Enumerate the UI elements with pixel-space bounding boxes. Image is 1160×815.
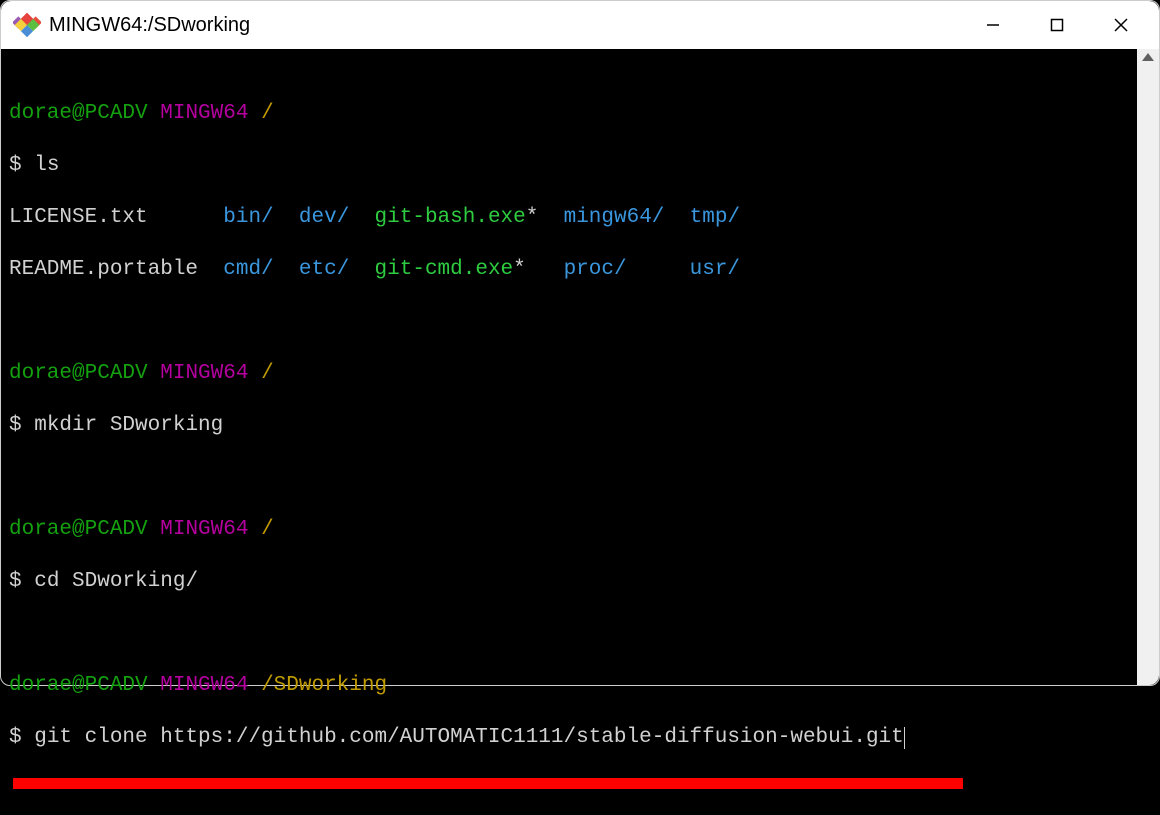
app-icon xyxy=(13,11,41,39)
maximize-button[interactable] xyxy=(1025,1,1089,49)
cmd-mkdir: mkdir SDworking xyxy=(34,414,223,437)
ls-file: README.portable xyxy=(9,258,198,281)
ls-dir: tmp/ xyxy=(690,206,740,229)
prompt-user-host: dorae@PCADV xyxy=(9,362,148,385)
prompt-dollar: $ xyxy=(9,154,22,177)
prompt-path: / xyxy=(261,102,274,125)
prompt-path: / xyxy=(261,362,274,385)
scroll-up-icon[interactable] xyxy=(1137,53,1159,61)
prompt-dollar: $ xyxy=(9,414,22,437)
prompt-path: / xyxy=(261,518,274,541)
scrollbar[interactable] xyxy=(1137,49,1159,685)
text-cursor xyxy=(904,727,905,749)
window-title: MINGW64:/SDworking xyxy=(49,14,961,37)
prompt-user-host: dorae@PCADV xyxy=(9,518,148,541)
prompt-env: MINGW64 xyxy=(160,518,248,541)
ls-dir: bin/ xyxy=(223,206,273,229)
close-button[interactable] xyxy=(1089,1,1153,49)
terminal-output[interactable]: dorae@PCADV MINGW64 / $ ls LICENSE.txt b… xyxy=(1,49,1137,685)
ls-dir: proc/ xyxy=(564,258,627,281)
prompt-env: MINGW64 xyxy=(160,102,248,125)
window-controls xyxy=(961,1,1153,49)
cmd-gitclone: git clone https://github.com/AUTOMATIC11… xyxy=(34,726,904,749)
minimize-button[interactable] xyxy=(961,1,1025,49)
highlight-underline xyxy=(13,778,963,789)
ls-dir: mingw64/ xyxy=(564,206,665,229)
prompt-user-host: dorae@PCADV xyxy=(9,102,148,125)
cmd-ls: ls xyxy=(34,154,59,177)
ls-dir: cmd/ xyxy=(223,258,273,281)
prompt-env: MINGW64 xyxy=(160,362,248,385)
ls-dir: dev/ xyxy=(299,206,349,229)
cmd-cd: cd SDworking/ xyxy=(34,570,198,593)
ls-exe: git-cmd.exe xyxy=(375,258,514,281)
ls-exe: git-bash.exe xyxy=(375,206,526,229)
prompt-dollar: $ xyxy=(9,570,22,593)
ls-dir: usr/ xyxy=(690,258,740,281)
ls-dir: etc/ xyxy=(299,258,349,281)
window-titlebar: MINGW64:/SDworking xyxy=(1,1,1159,49)
prompt-dollar: $ xyxy=(9,726,22,749)
ls-file: LICENSE.txt xyxy=(9,206,148,229)
